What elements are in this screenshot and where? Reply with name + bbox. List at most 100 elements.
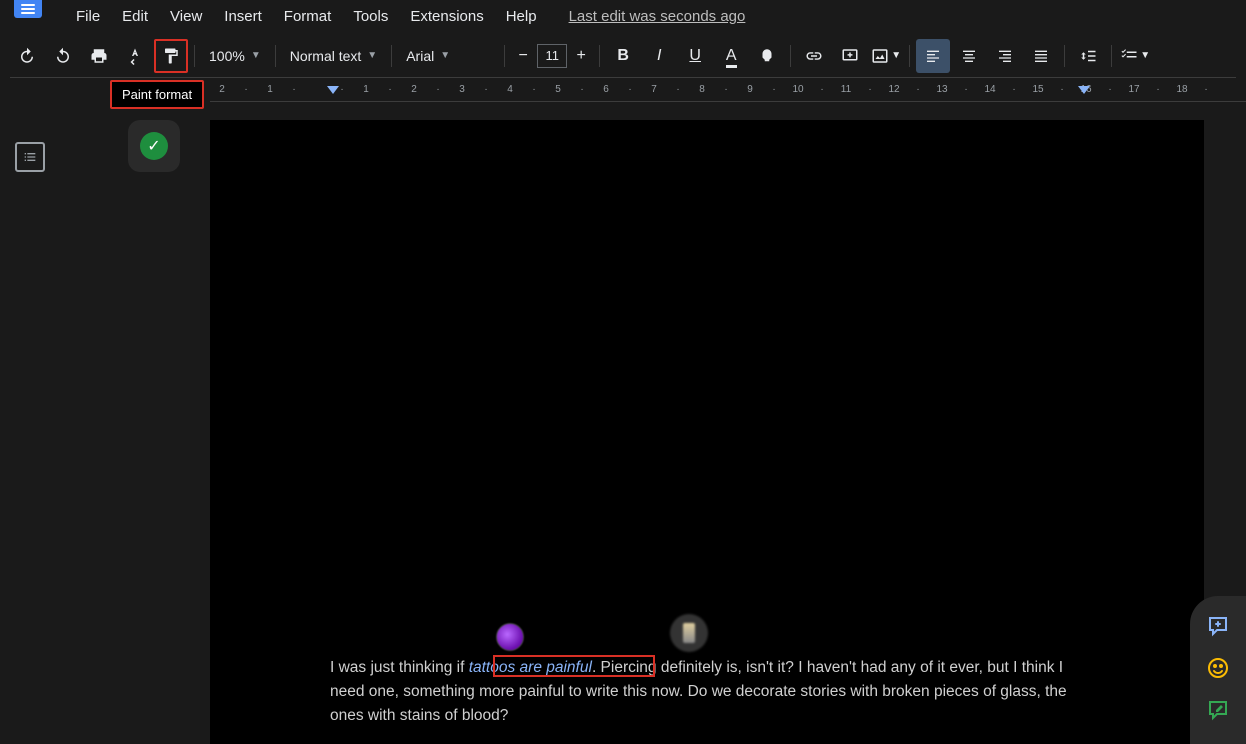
text-segment: I was just thinking if xyxy=(330,659,469,676)
font-size-input[interactable]: 11 xyxy=(537,44,567,68)
ruler-tick: · xyxy=(436,84,439,95)
ruler-tick: · xyxy=(580,84,583,95)
side-tool-panel xyxy=(1190,596,1246,744)
separator xyxy=(1111,45,1112,67)
suggest-edits-icon[interactable] xyxy=(1206,698,1230,722)
ruler-tick: · xyxy=(916,84,919,95)
align-justify-button[interactable] xyxy=(1024,39,1058,73)
menu-view[interactable]: View xyxy=(160,4,212,29)
ruler-tick: · xyxy=(340,84,343,95)
undo-button[interactable] xyxy=(10,39,44,73)
menu-insert[interactable]: Insert xyxy=(214,4,272,29)
underline-button[interactable]: U xyxy=(678,39,712,73)
menu-file[interactable]: File xyxy=(66,4,110,29)
ruler-number: 8 xyxy=(699,84,705,95)
left-sidebar xyxy=(0,102,60,744)
style-select[interactable]: Normal text ▼ xyxy=(282,48,385,64)
ruler-number: 18 xyxy=(1176,84,1187,95)
print-button[interactable] xyxy=(82,39,116,73)
ruler-tick: · xyxy=(292,84,295,95)
line-spacing-button[interactable] xyxy=(1071,39,1105,73)
decrease-font-size-button[interactable]: − xyxy=(511,39,535,73)
ruler-number: 13 xyxy=(936,84,947,95)
separator xyxy=(504,45,505,67)
caret-down-icon: ▼ xyxy=(251,50,261,61)
redo-button[interactable] xyxy=(46,39,80,73)
document-scroll-area[interactable]: ✓ I was just thinking if tattoos are pai… xyxy=(60,102,1246,744)
separator xyxy=(599,45,600,67)
docs-app-icon[interactable] xyxy=(14,0,42,18)
highlight-color-button[interactable] xyxy=(750,39,784,73)
increase-font-size-button[interactable]: + xyxy=(569,39,593,73)
font-value: Arial xyxy=(406,48,434,64)
ruler-tick: · xyxy=(244,84,247,95)
spellcheck-button[interactable] xyxy=(118,39,152,73)
ruler-tick: · xyxy=(820,84,823,95)
ruler-tick: · xyxy=(388,84,391,95)
menu-tools[interactable]: Tools xyxy=(343,4,398,29)
show-outline-button[interactable] xyxy=(15,142,45,172)
ruler-number: 9 xyxy=(747,84,753,95)
align-center-button[interactable] xyxy=(952,39,986,73)
ruler-number: 12 xyxy=(888,84,899,95)
document-body-text[interactable]: I was just thinking if tattoos are painf… xyxy=(330,656,1080,728)
separator xyxy=(1064,45,1065,67)
ruler-number: 1 xyxy=(267,84,273,95)
ruler-tick: · xyxy=(1060,84,1063,95)
ruler-tick: · xyxy=(1204,84,1207,95)
ruler-number: 10 xyxy=(792,84,803,95)
paint-format-button[interactable] xyxy=(154,39,188,73)
menu-extensions[interactable]: Extensions xyxy=(400,4,493,29)
bold-button[interactable]: B xyxy=(606,39,640,73)
add-comment-icon[interactable] xyxy=(1206,614,1230,638)
italic-button[interactable]: I xyxy=(642,39,676,73)
ruler-number: 11 xyxy=(841,84,851,95)
caret-down-icon: ▼ xyxy=(1140,50,1150,61)
align-right-button[interactable] xyxy=(988,39,1022,73)
ruler[interactable]: 2·1··1·2·3·4·5·6·7·8·9·10·11·12·13·14·15… xyxy=(210,82,1246,102)
ruler-tick: · xyxy=(484,84,487,95)
ruler-number: 1 xyxy=(363,84,369,95)
checklist-button[interactable]: ▼ xyxy=(1118,39,1152,73)
add-comment-button[interactable] xyxy=(833,39,867,73)
ruler-tick: · xyxy=(772,84,775,95)
caret-down-icon: ▼ xyxy=(440,50,450,61)
grammar-check-badge[interactable]: ✓ xyxy=(128,120,180,172)
menu-edit[interactable]: Edit xyxy=(112,4,158,29)
ruler-tick: · xyxy=(628,84,631,95)
left-indent-marker[interactable] xyxy=(327,86,339,98)
collaborator-cursor-avatar-2 xyxy=(670,614,708,652)
paint-format-tooltip: Paint format xyxy=(110,80,204,109)
ruler-tick: · xyxy=(964,84,967,95)
emphasized-text: tattoos are painful xyxy=(469,659,592,676)
right-indent-marker[interactable] xyxy=(1078,86,1090,98)
ruler-number: 15 xyxy=(1032,84,1043,95)
emoji-reaction-icon[interactable] xyxy=(1206,656,1230,680)
ruler-number: 5 xyxy=(555,84,561,95)
collaborator-cursor-avatar-1 xyxy=(496,623,524,651)
ruler-tick: · xyxy=(532,84,535,95)
ruler-number: 17 xyxy=(1128,84,1139,95)
ruler-tick: · xyxy=(1108,84,1111,95)
menu-format[interactable]: Format xyxy=(274,4,342,29)
caret-down-icon: ▼ xyxy=(367,50,377,61)
insert-image-button[interactable]: ▼ xyxy=(869,39,903,73)
last-edit-link[interactable]: Last edit was seconds ago xyxy=(569,8,746,25)
ruler-tick: · xyxy=(676,84,679,95)
style-value: Normal text xyxy=(290,48,362,64)
ruler-number: 4 xyxy=(507,84,513,95)
ruler-tick: · xyxy=(868,84,871,95)
ruler-tick: · xyxy=(1156,84,1159,95)
ruler-number: 14 xyxy=(984,84,995,95)
separator xyxy=(790,45,791,67)
menu-help[interactable]: Help xyxy=(496,4,547,29)
align-left-button[interactable] xyxy=(916,39,950,73)
insert-link-button[interactable] xyxy=(797,39,831,73)
text-color-button[interactable]: A xyxy=(714,39,748,73)
caret-down-icon: ▼ xyxy=(891,50,901,61)
document-page[interactable]: I was just thinking if tattoos are painf… xyxy=(210,120,1204,744)
font-select[interactable]: Arial ▼ xyxy=(398,48,498,64)
zoom-select[interactable]: 100% ▼ xyxy=(201,48,269,64)
menubar: File Edit View Insert Format Tools Exten… xyxy=(66,4,745,29)
ruler-number: 7 xyxy=(651,84,657,95)
